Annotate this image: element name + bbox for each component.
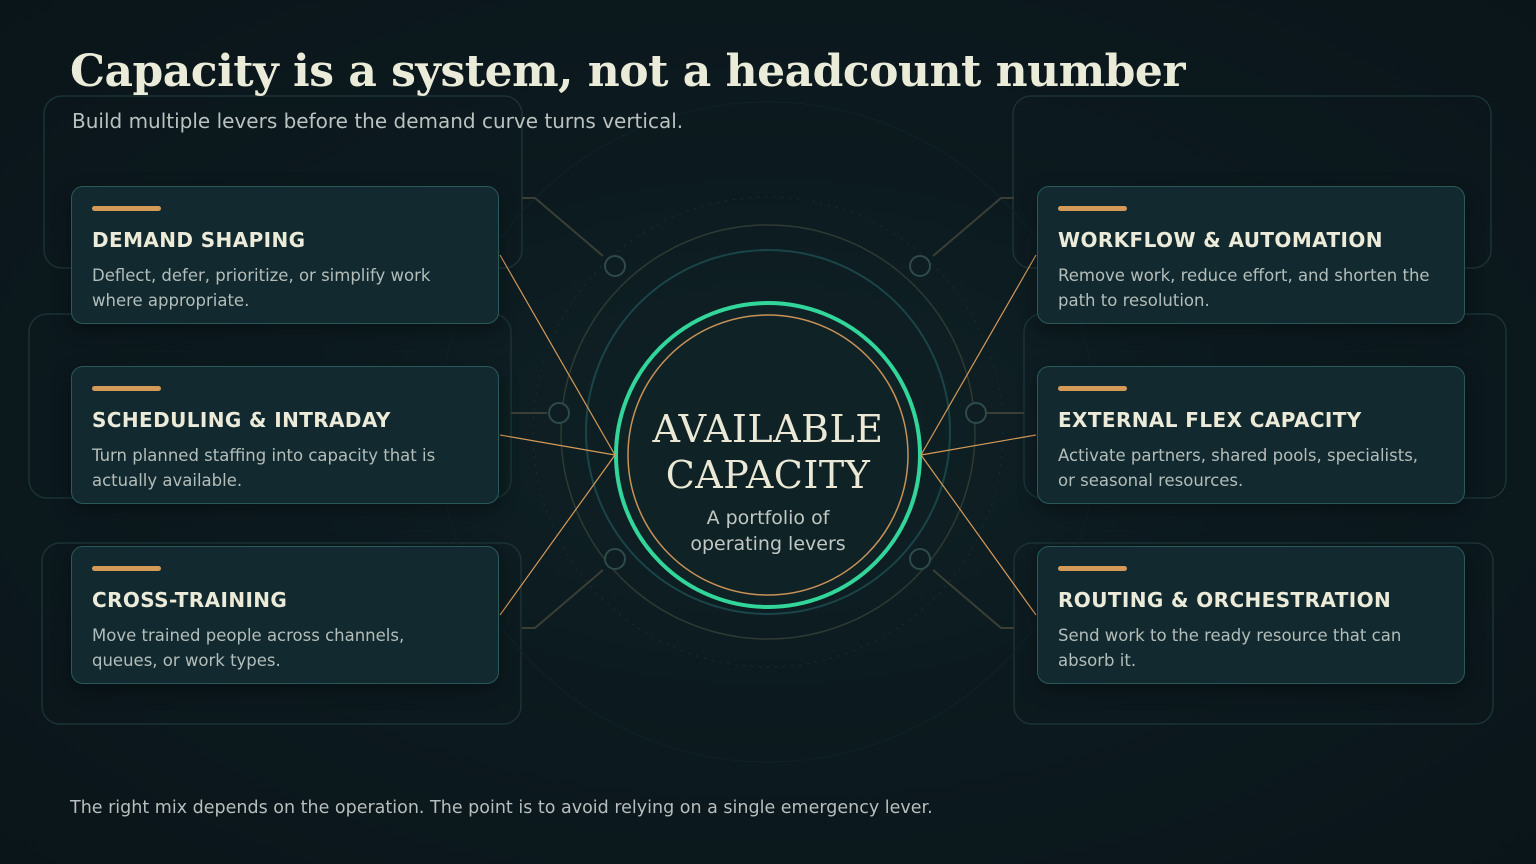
accent-bar <box>1058 206 1127 211</box>
connector-external-flex <box>920 434 1037 456</box>
connector-cross-training <box>499 454 616 616</box>
lever-title: SCHEDULING & INTRADAY <box>92 408 391 432</box>
accent-bar <box>92 206 161 211</box>
lever-card-external-flex-capacity: EXTERNAL FLEX CAPACITY Activate partners… <box>1037 366 1465 504</box>
page-title: Capacity is a system, not a headcount nu… <box>70 46 1186 97</box>
page-subtitle: Build multiple levers before the demand … <box>72 109 684 133</box>
circuit-node <box>604 548 626 570</box>
lever-description: Send work to the ready resource that can… <box>1058 626 1402 670</box>
circuit-node <box>909 255 931 277</box>
lever-title: EXTERNAL FLEX CAPACITY <box>1058 408 1362 432</box>
circuit-node <box>604 255 626 277</box>
connector-workflow <box>920 254 1037 456</box>
circuit-node <box>965 402 987 424</box>
circuit-line <box>932 197 1014 257</box>
circuit-node <box>548 402 570 424</box>
lever-card-routing-orchestration: ROUTING & ORCHESTRATION Send work to the… <box>1037 546 1465 684</box>
footer-note: The right mix depends on the operation. … <box>70 798 933 818</box>
lever-description: Move trained people across channels, que… <box>92 626 405 670</box>
lever-card-scheduling-intraday: SCHEDULING & INTRADAY Turn planned staff… <box>71 366 499 504</box>
accent-bar <box>1058 386 1127 391</box>
circuit-line <box>522 197 604 257</box>
circuit-line <box>522 569 604 629</box>
accent-bar <box>92 386 161 391</box>
connector-routing <box>920 454 1037 616</box>
circuit-node <box>909 548 931 570</box>
lever-card-workflow-automation: WORKFLOW & AUTOMATION Remove work, reduc… <box>1037 186 1465 324</box>
lever-description: Remove work, reduce effort, and shorten … <box>1058 266 1430 310</box>
lever-description: Activate partners, shared pools, special… <box>1058 446 1419 490</box>
connector-demand-shaping <box>499 254 616 456</box>
slide: Capacity is a system, not a headcount nu… <box>0 0 1536 864</box>
lever-title: WORKFLOW & AUTOMATION <box>1058 228 1383 252</box>
lever-description: Turn planned staffing into capacity that… <box>92 446 436 490</box>
lever-title: DEMAND SHAPING <box>92 228 306 252</box>
lever-card-cross-training: CROSS-TRAINING Move trained people acros… <box>71 546 499 684</box>
accent-bar <box>92 566 161 571</box>
circuit-line <box>932 569 1014 629</box>
lever-card-demand-shaping: DEMAND SHAPING Deflect, defer, prioritiz… <box>71 186 499 324</box>
lever-description: Deflect, defer, prioritize, or simplify … <box>92 266 431 310</box>
hub-title: AVAILABLE CAPACITY <box>652 407 884 497</box>
lever-title: CROSS-TRAINING <box>92 588 288 612</box>
hub-subtitle: A portfolio of operating levers <box>690 507 846 555</box>
accent-bar <box>1058 566 1127 571</box>
connector-scheduling <box>499 434 616 456</box>
lever-title: ROUTING & ORCHESTRATION <box>1058 588 1392 612</box>
